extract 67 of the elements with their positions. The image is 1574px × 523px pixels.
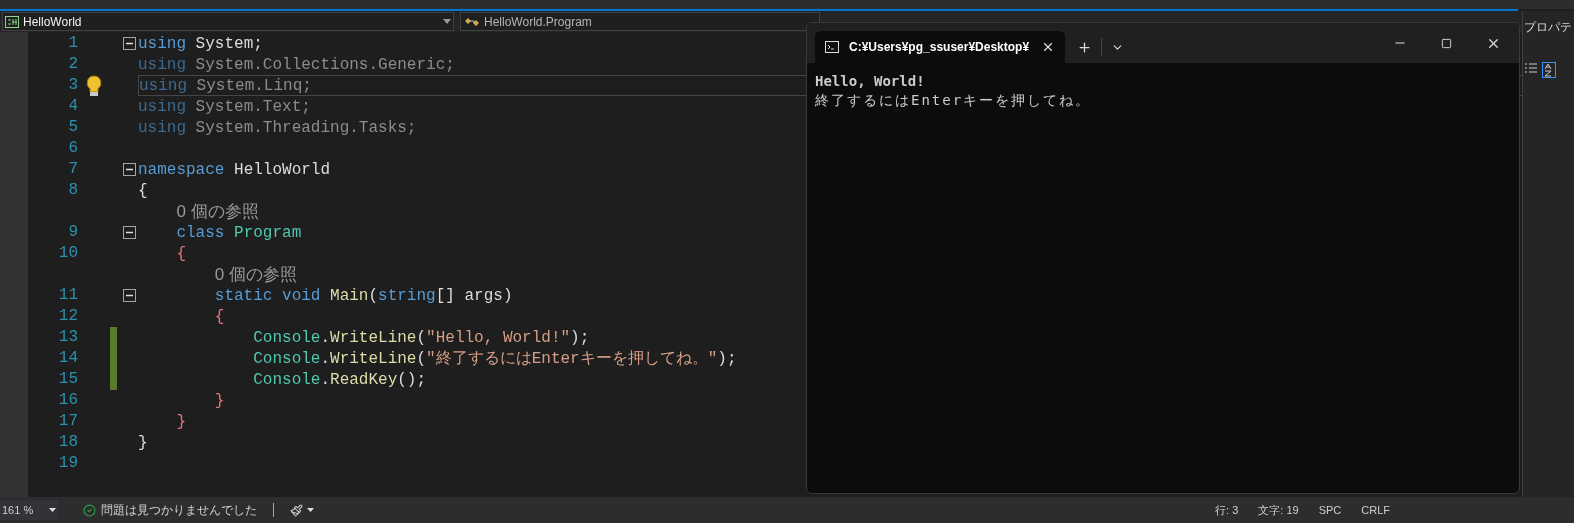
project-dropdown[interactable]: HelloWorld [2,12,454,31]
tab-title: C:¥Users¥pg_ssuser¥Desktop¥ [849,39,1031,56]
zoom-dropdown[interactable]: 161 % [0,500,58,520]
line-number: 1 [67,33,78,54]
code-line: Console.WriteLine("終了するにはEnterキーを押してね。"); [252,348,737,370]
line-number: 9 [67,222,78,243]
code-line: using System.Collections.Generic; [138,54,455,76]
issues-status[interactable]: 問題は見つかりませんでした [101,501,257,519]
line-number: 2 [67,54,78,75]
caret-icon[interactable] [307,508,314,512]
code-line: } [213,390,225,412]
class-dropdown[interactable]: HelloWorld.Program [460,12,820,31]
panel-title[interactable]: プロパテ [1524,18,1574,36]
line-number: 8 [67,180,78,201]
line-number: 11 [57,285,78,306]
list-icon[interactable] [1524,62,1538,76]
check-icon [83,503,96,517]
code-line: Console.WriteLine("Hello, World!"); [252,327,590,349]
line-number: 19 [57,453,78,474]
sort-icon[interactable] [1542,62,1556,78]
code-line: Console.ReadKey(); [252,369,427,391]
code-line: using System.Threading.Tasks; [138,117,417,139]
maximize-icon[interactable] [1441,37,1452,49]
cursor-status[interactable]: 文字: 19 [1258,501,1299,519]
line-number: 16 [57,390,78,411]
console-output: 終了するにはEnterキーを押してね。 [815,91,1093,110]
brush-icon[interactable] [290,503,303,517]
code-line: using System; [138,33,263,55]
line-number: 12 [57,306,78,327]
code-line: } [175,411,186,433]
line-number: 6 [67,138,78,159]
code-line: { [213,306,225,328]
code-line: using System.Linq; [139,75,312,97]
line-number: 3 [67,75,78,96]
project-name: HelloWorld [23,13,83,31]
caret-icon [443,19,451,24]
line-number: 17 [57,411,78,432]
collapse-icon[interactable] [122,289,136,302]
line-number: 4 [67,96,78,117]
line-number: 5 [67,117,78,138]
collapse-icon[interactable] [122,37,136,50]
collapse-icon[interactable] [122,163,136,176]
new-tab-icon[interactable] [1077,39,1092,55]
line-number: 10 [57,243,78,264]
collapse-icon[interactable] [122,226,136,239]
class-name: HelloWorld.Program [484,13,592,31]
line-number: 14 [57,348,78,369]
line-number: 13 [57,327,78,348]
cursor-status[interactable]: 行: 3 [1215,501,1239,519]
line-number: 7 [67,159,78,180]
code-line: namespace HelloWorld [138,159,331,181]
code-line: static void Main(string[] args) [213,285,513,307]
close-icon[interactable] [1041,40,1055,54]
class-icon [464,15,480,28]
lightbulb-icon[interactable] [85,74,103,97]
code-line: } [138,432,148,454]
line-number: 18 [57,432,78,453]
line-number: 15 [57,369,78,390]
console-output: Hello, World! [815,72,926,91]
project-icon [5,15,19,28]
code-line: class Program [175,222,302,244]
caret-icon [49,508,56,512]
terminal-tab[interactable]: C:¥Users¥pg_ssuser¥Desktop¥ [815,31,1065,63]
code-line: using System.Text; [138,96,311,118]
cursor-status[interactable]: CRLF [1361,501,1390,519]
cursor-status[interactable]: SPC [1318,501,1342,519]
terminal-icon [825,41,839,53]
